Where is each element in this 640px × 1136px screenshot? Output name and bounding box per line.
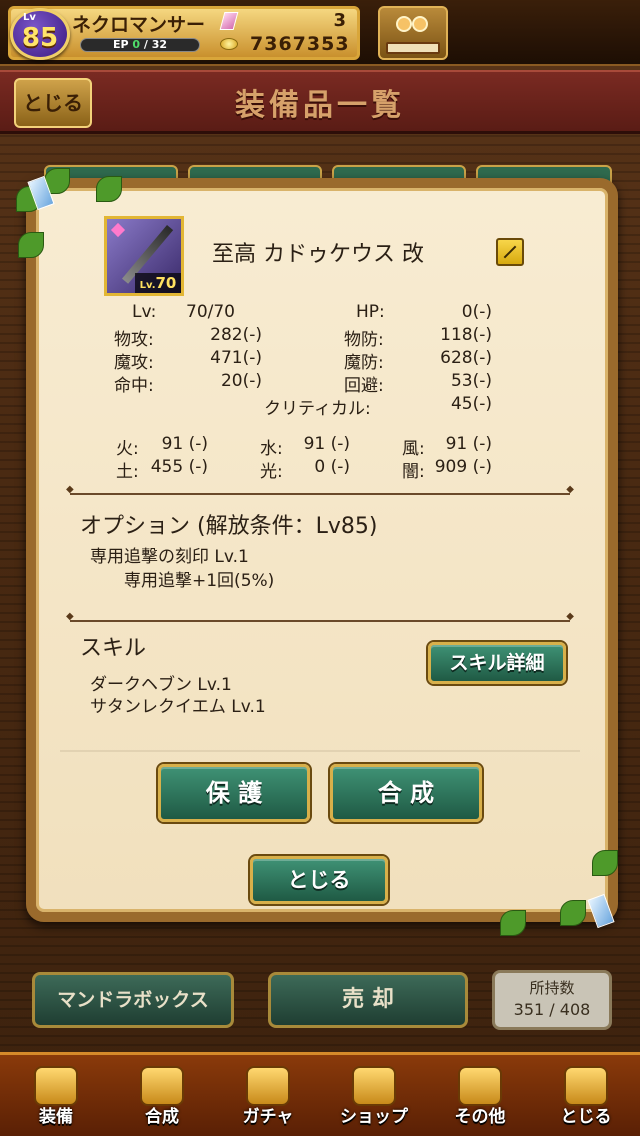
item-level: Lv.70 [135, 273, 181, 293]
section-divider [66, 484, 574, 495]
nav-equipment[interactable]: 装備 [6, 1056, 106, 1132]
ep-max: / 32 [143, 38, 168, 51]
ep-current: 0 [132, 38, 141, 51]
item-thumbnail: Lv.70 [104, 216, 184, 296]
ep-bar: EP 0 / 32 [80, 38, 200, 52]
element-fire-value: 91 (-) [161, 434, 208, 454]
level-tag: Lv [23, 12, 36, 23]
nav-other[interactable]: その他 [430, 1056, 530, 1132]
gacha-icon [246, 1066, 290, 1106]
friends-icon [396, 16, 432, 44]
vine-leaf-icon [592, 850, 618, 876]
friends-button[interactable] [378, 6, 448, 60]
option-line-2: 専用追撃+1回(5%) [124, 571, 275, 591]
stat-eva-value: 53(-) [450, 371, 492, 391]
gem-count: 3 [333, 10, 346, 31]
element-wind-value: 91 (-) [445, 434, 492, 454]
gold-coin-icon [220, 38, 238, 50]
nav-label: ショップ [340, 1107, 408, 1127]
stat-patk-label: 物攻: [114, 330, 154, 350]
stat-matk-value: 471(-) [210, 348, 262, 368]
skill-detail-button[interactable]: スキル詳細 [428, 642, 566, 684]
edit-pencil-icon[interactable] [496, 238, 524, 266]
person-icon [412, 16, 428, 32]
option-heading: オプション (解放条件：Lv85) [80, 514, 378, 539]
vine-leaf-icon [500, 910, 526, 936]
stat-matk-label: 魔攻: [114, 353, 154, 373]
stat-pdef-label: 物防: [344, 330, 384, 350]
book-icon [386, 42, 440, 54]
owned-count-value: 351 / 408 [513, 1000, 591, 1019]
close-modal-button[interactable]: とじる [250, 856, 388, 904]
page-title: 装備品一覧 [235, 88, 405, 123]
gear-icon [458, 1066, 502, 1106]
element-wind-label: 風: [402, 439, 425, 459]
ep-label: EP [112, 38, 129, 51]
close-icon [564, 1066, 608, 1106]
stat-eva-label: 回避: [344, 376, 384, 396]
element-water-value: 91 (-) [303, 434, 350, 454]
stat-crit-value: 45(-) [450, 394, 492, 414]
player-level-badge: Lv 85 [10, 8, 70, 60]
stat-hp-label: HP: [356, 302, 385, 322]
sell-button[interactable]: 売 却 [268, 972, 468, 1028]
stat-lv-label: Lv: [132, 302, 157, 322]
nav-label: ガチャ [242, 1107, 294, 1127]
player-level: 85 [21, 23, 59, 53]
section-divider [66, 611, 574, 622]
mandora-box-button[interactable]: マンドラボックス [32, 972, 234, 1028]
owned-count-box: 所持数 351 / 408 [492, 970, 612, 1030]
stat-lv-value: 70/70 [186, 302, 235, 322]
nav-label: 装備 [39, 1107, 73, 1127]
nav-label: その他 [454, 1107, 506, 1127]
gold-count: 7367353 [250, 33, 350, 55]
option-line-1: 専用追撃の刻印 Lv.1 [90, 547, 249, 567]
hammer-icon [140, 1066, 184, 1106]
stat-crit-label: クリティカル: [264, 399, 371, 419]
protect-button[interactable]: 保 護 [158, 764, 310, 822]
owned-count-label: 所持数 [529, 979, 575, 997]
person-icon [396, 16, 412, 32]
stat-hp-value: 0(-) [461, 302, 492, 322]
skill-line-2: サタンレクイエム Lv.1 [90, 697, 266, 717]
crystal-icon [352, 1066, 396, 1106]
nav-gacha[interactable]: ガチャ [218, 1056, 318, 1132]
stat-mdef-value: 628(-) [440, 348, 492, 368]
element-earth-value: 455 (-) [150, 457, 208, 477]
element-water-label: 水: [260, 439, 283, 459]
item-name: 至高 カドゥケウス 改 [212, 242, 424, 267]
nav-label: とじる [560, 1107, 612, 1127]
stat-hit-value: 20(-) [220, 371, 262, 391]
nav-synthesis[interactable]: 合成 [112, 1056, 212, 1132]
skill-heading: スキル [80, 636, 147, 661]
nav-label: 合成 [145, 1107, 179, 1127]
section-divider [60, 750, 580, 752]
nav-close[interactable]: とじる [536, 1056, 636, 1132]
element-dark-value: 909 (-) [434, 457, 492, 477]
element-fire-label: 火: [116, 439, 139, 459]
element-light-label: 光: [260, 462, 283, 482]
stat-pdef-value: 118(-) [440, 325, 492, 345]
synthesize-button[interactable]: 合 成 [330, 764, 482, 822]
vine-leaf-icon [96, 176, 122, 202]
vine-leaf-icon [18, 232, 44, 258]
stat-patk-value: 282(-) [210, 325, 262, 345]
rarity-gem-icon [110, 222, 126, 238]
player-name: ネクロマンサー [72, 14, 206, 36]
nav-shop[interactable]: ショップ [324, 1056, 424, 1132]
stat-hit-label: 命中: [114, 376, 154, 396]
stat-mdef-label: 魔防: [344, 353, 384, 373]
close-top-button[interactable]: とじる [14, 78, 92, 128]
equipment-icon [34, 1066, 78, 1106]
vine-leaf-icon [560, 900, 586, 926]
element-light-value: 0 (-) [314, 457, 350, 477]
